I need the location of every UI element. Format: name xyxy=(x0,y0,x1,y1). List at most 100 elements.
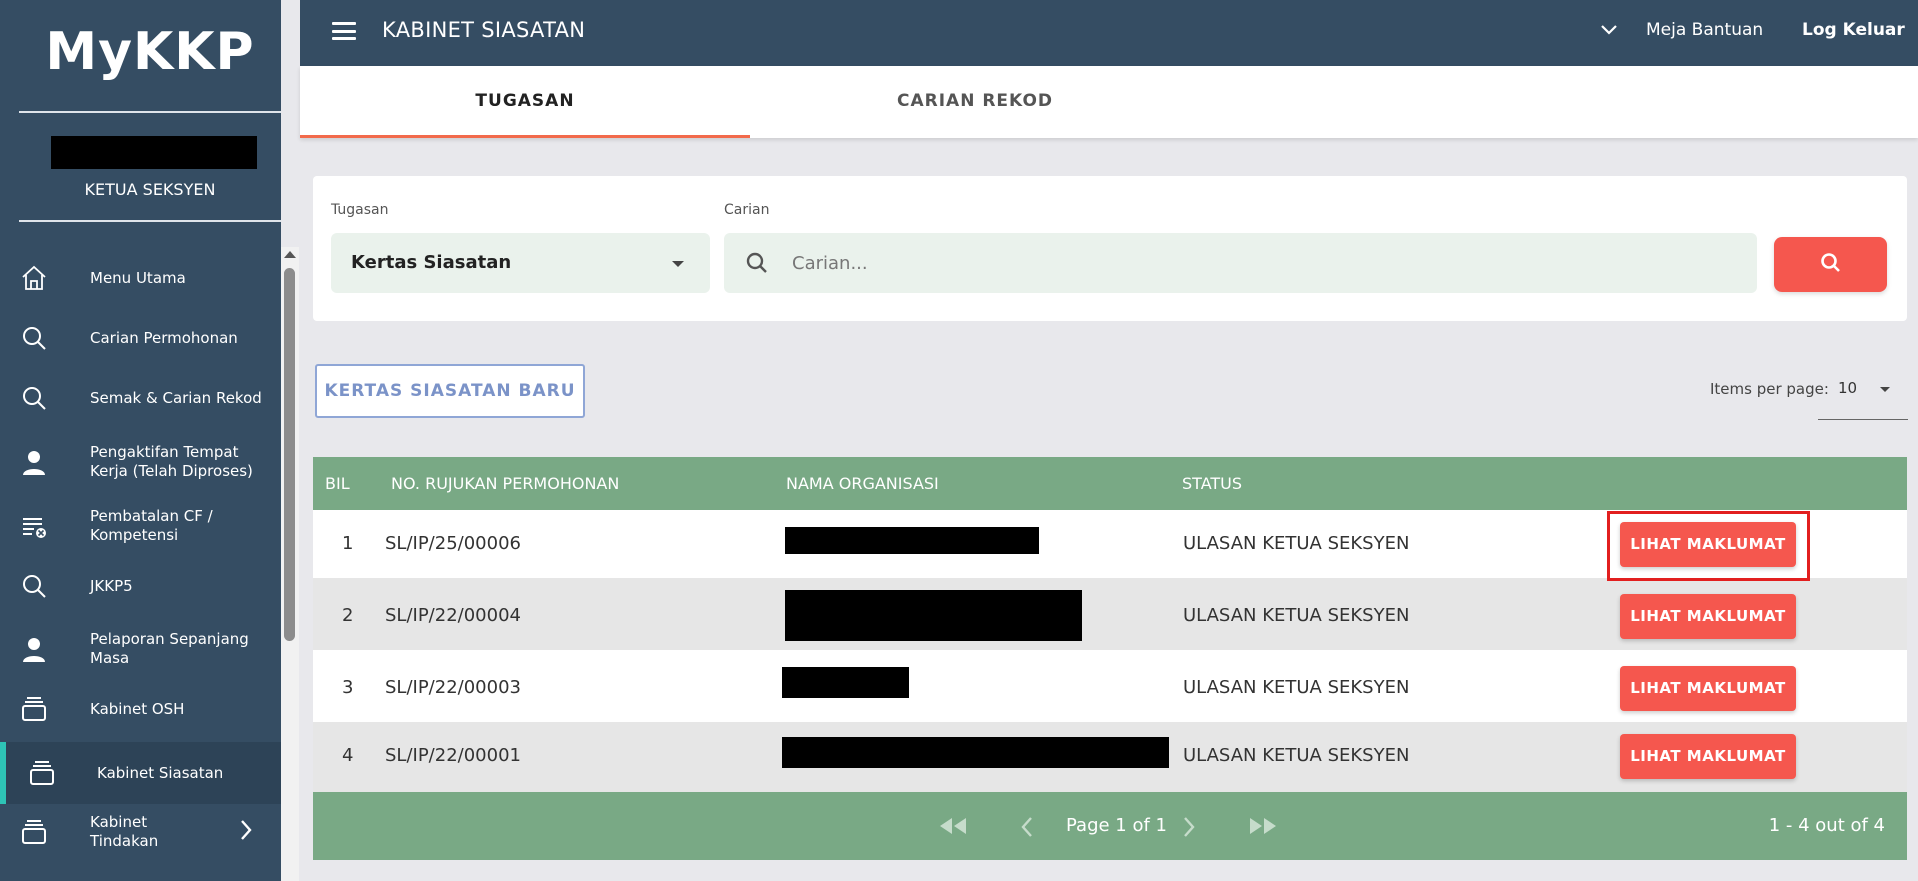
search-label: Carian xyxy=(724,202,770,218)
items-per-page-select[interactable]: 10 xyxy=(1818,366,1908,420)
highlight-box xyxy=(1607,511,1810,581)
sidebar-item-label: Pelaporan Sepanjang Masa xyxy=(90,630,249,667)
search-icon xyxy=(19,571,49,601)
search-field[interactable] xyxy=(724,233,1757,293)
divider xyxy=(19,220,281,222)
help-desk-link[interactable]: Meja Bantuan xyxy=(1646,20,1763,40)
last-page-icon[interactable] xyxy=(1248,816,1280,841)
home-icon xyxy=(19,263,49,293)
search-icon xyxy=(1819,251,1843,279)
redacted-organization xyxy=(785,527,1039,554)
filter-card: Tugasan Carian Kertas Siasatan xyxy=(313,176,1907,321)
status-text: ULASAN KETUA SEKSYEN xyxy=(1183,605,1410,626)
sidebar-item-label: Kabinet OSH xyxy=(90,699,185,718)
sidebar-item-pembatalan[interactable]: Pembatalan CF / Kompetensi xyxy=(0,504,281,548)
search-icon xyxy=(744,250,770,280)
chevron-right-icon xyxy=(239,818,253,846)
column-header-status: STATUS xyxy=(1182,474,1243,493)
search-icon xyxy=(19,383,49,413)
active-indicator xyxy=(0,742,6,804)
table-row: 4 SL/IP/22/00001 ULASAN KETUA SEKSYEN LI… xyxy=(313,722,1907,792)
reference-number: SL/IP/22/00001 xyxy=(385,745,521,766)
view-details-button[interactable]: LIHAT MAKLUMAT xyxy=(1620,734,1796,779)
sidebar-item-pelaporan[interactable]: Pelaporan Sepanjang Masa xyxy=(0,627,281,671)
tab-tugasan[interactable]: TUGASAN xyxy=(300,66,750,138)
search-button[interactable] xyxy=(1774,237,1887,292)
scroll-up-arrow-icon[interactable] xyxy=(284,251,296,258)
column-header-ref: NO. RUJUKAN PERMOHONAN xyxy=(391,474,620,493)
top-bar: KABINET SIASATAN Meja Bantuan Log Keluar xyxy=(300,0,1918,66)
next-page-icon[interactable] xyxy=(1182,816,1196,843)
items-per-page-label: Items per page: xyxy=(1710,380,1829,398)
redacted-organization xyxy=(785,590,1082,641)
first-page-icon[interactable] xyxy=(936,816,968,841)
sidebar-item-label: Kabinet Tindakan xyxy=(90,813,159,850)
redacted-username xyxy=(51,136,257,169)
table-row: 3 SL/IP/22/00003 ULASAN KETUA SEKSYEN LI… xyxy=(313,650,1907,722)
person-icon xyxy=(19,447,49,477)
sidebar-item-kabinet-tindakan[interactable]: Kabinet Tindakan xyxy=(0,810,281,854)
search-icon xyxy=(19,323,49,353)
sidebar-item-label: Menu Utama xyxy=(90,268,186,287)
table-header: BIL NO. RUJUKAN PERMOHONAN NAMA ORGANISA… xyxy=(313,457,1907,510)
dropdown-caret-icon xyxy=(672,261,684,267)
items-per-page-value: 10 xyxy=(1838,379,1858,397)
sidebar-item-label: Kabinet Siasatan xyxy=(97,763,224,782)
sidebar-item-label: Pengaktifan Tempat Kerja (Telah Diproses… xyxy=(90,443,253,480)
tab-bar: TUGASAN CARIAN REKOD xyxy=(300,66,1918,138)
view-details-button[interactable]: LIHAT MAKLUMAT xyxy=(1620,666,1796,711)
logout-link[interactable]: Log Keluar xyxy=(1802,20,1905,40)
row-number: 3 xyxy=(342,677,354,698)
tab-carian-rekod[interactable]: CARIAN REKOD xyxy=(750,66,1200,138)
task-select-value: Kertas Siasatan xyxy=(351,252,512,273)
search-input[interactable] xyxy=(792,247,1692,279)
cabinet-icon xyxy=(19,817,49,847)
row-number: 1 xyxy=(342,533,354,554)
sidebar: MyKKP KETUA SEKSYEN Menu Utama Carian Pe… xyxy=(0,0,281,881)
sidebar-item-label: Pembatalan CF / Kompetensi xyxy=(90,507,213,544)
column-header-org: NAMA ORGANISASI xyxy=(786,474,939,493)
sidebar-item-label: Semak & Carian Rekod xyxy=(90,388,262,407)
page-indicator: Page 1 of 1 xyxy=(1066,815,1167,836)
sidebar-item-label: JKKP5 xyxy=(90,576,133,595)
page-title: KABINET SIASATAN xyxy=(382,18,586,42)
dropdown-caret-icon xyxy=(1880,387,1890,392)
divider xyxy=(19,111,281,113)
task-label: Tugasan xyxy=(331,202,389,218)
sidebar-item-menu-utama[interactable]: Menu Utama xyxy=(0,256,281,300)
sidebar-item-semak-carian-rekod[interactable]: Semak & Carian Rekod xyxy=(0,376,281,420)
status-text: ULASAN KETUA SEKSYEN xyxy=(1183,745,1410,766)
pagination-bar: Page 1 of 1 1 - 4 out of 4 xyxy=(313,792,1907,860)
sidebar-item-label: Carian Permohonan xyxy=(90,328,238,347)
row-number: 4 xyxy=(342,745,354,766)
reference-number: SL/IP/25/00006 xyxy=(385,533,521,554)
cabinet-icon xyxy=(27,758,57,788)
sidebar-item-carian-permohonan[interactable]: Carian Permohonan xyxy=(0,316,281,360)
status-text: ULASAN KETUA SEKSYEN xyxy=(1183,533,1410,554)
range-indicator: 1 - 4 out of 4 xyxy=(1768,815,1885,836)
reference-number: SL/IP/22/00004 xyxy=(385,605,521,626)
reference-number: SL/IP/22/00003 xyxy=(385,677,521,698)
chevron-down-icon[interactable] xyxy=(1600,22,1618,41)
previous-page-icon[interactable] xyxy=(1020,816,1034,843)
sidebar-item-jkkp5[interactable]: JKKP5 xyxy=(0,564,281,608)
view-details-button[interactable]: LIHAT MAKLUMAT xyxy=(1620,594,1796,639)
table-row: 2 SL/IP/22/00004 ULASAN KETUA SEKSYEN LI… xyxy=(313,578,1907,650)
cabinet-icon xyxy=(19,694,49,724)
new-investigation-button[interactable]: KERTAS SIASATAN BARU xyxy=(315,364,585,418)
user-role: KETUA SEKSYEN xyxy=(84,180,216,199)
row-number: 2 xyxy=(342,605,354,626)
task-select[interactable]: Kertas Siasatan xyxy=(331,233,710,293)
sidebar-item-pengaktifan[interactable]: Pengaktifan Tempat Kerja (Telah Diproses… xyxy=(0,440,281,484)
redacted-organization xyxy=(782,667,909,698)
sidebar-scroll-thumb[interactable] xyxy=(284,268,295,641)
sidebar-item-kabinet-osh[interactable]: Kabinet OSH xyxy=(0,687,281,731)
redacted-organization xyxy=(782,737,1169,768)
sidebar-item-kabinet-siasatan[interactable]: Kabinet Siasatan xyxy=(0,742,281,804)
list-cancel-icon xyxy=(19,511,49,541)
menu-icon[interactable] xyxy=(332,22,356,40)
status-text: ULASAN KETUA SEKSYEN xyxy=(1183,677,1410,698)
column-header-bil: BIL xyxy=(325,474,350,493)
person-icon xyxy=(19,634,49,664)
app-logo: MyKKP xyxy=(45,22,255,82)
